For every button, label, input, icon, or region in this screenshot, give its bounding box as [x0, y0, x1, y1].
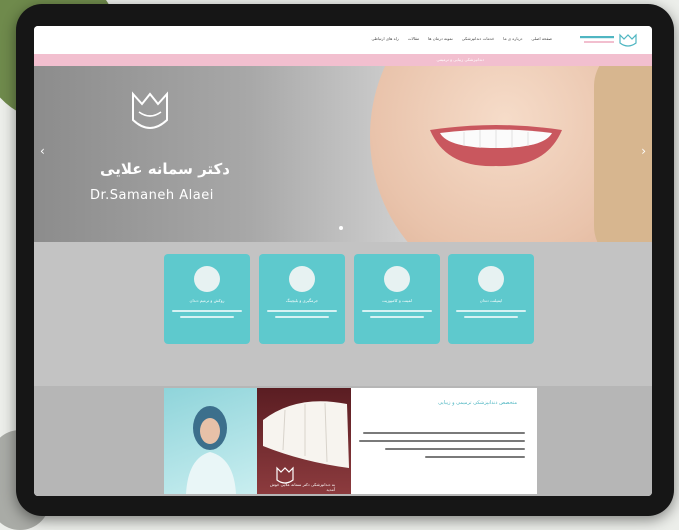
nav-link-gallery[interactable]: نمونه درمان ها: [428, 36, 453, 41]
pink-topbar: دندانپزشکی زیبایی و ترمیمی: [34, 54, 652, 66]
photo-badge-text: به دندانپزشکی دکتر سمانه علایی خوش آمدید: [269, 482, 335, 492]
tooth-crown-logo-icon: [132, 91, 168, 129]
hero-slider: ‹ › دکتر سمانه علایی Dr.Samaneh Alaei: [34, 66, 652, 242]
service-card[interactable]: روکش و ترمیم دندان: [164, 254, 250, 344]
doctor-photo: [164, 388, 257, 494]
veneer-result-photo: به دندانپزشکی دکتر سمانه علایی خوش آمدید: [257, 388, 351, 494]
service-card[interactable]: لمینت و کامپوزیت: [354, 254, 440, 344]
crown-icon: [194, 266, 220, 292]
service-desc-line: [362, 310, 432, 312]
service-desc-line: [267, 310, 337, 312]
service-desc-line: [275, 316, 329, 318]
service-desc-line: [370, 316, 424, 318]
website-screen: صفحه اصلی درباره ی ما خدمات دندانپزشکی ن…: [34, 26, 652, 496]
about-text-line: [363, 432, 525, 434]
service-title: لمینت و کامپوزیت: [382, 298, 412, 303]
veneer-icon: [384, 266, 410, 292]
service-title: جرمگیری و بلیچینگ: [285, 298, 319, 303]
topbar-text: دندانپزشکی زیبایی و ترمیمی: [436, 57, 484, 62]
service-title: ایمپلنت دندان: [479, 298, 503, 303]
about-text-line: [425, 456, 525, 458]
service-title: روکش و ترمیم دندان: [189, 298, 225, 303]
doctor-portrait: [186, 406, 236, 494]
slider-prev-arrow[interactable]: ‹: [40, 144, 45, 158]
about-text-line: [359, 440, 525, 442]
service-desc-line: [172, 310, 242, 312]
nav-link-articles[interactable]: مقالات: [408, 36, 419, 41]
implant-icon: [478, 266, 504, 292]
about-title: متخصص دندانپزشکی ترمیمی و زیبایی: [438, 400, 517, 406]
doctor-name-english: Dr.Samaneh Alaei: [90, 188, 214, 203]
teeth-closeup-image: [263, 401, 349, 484]
service-desc-line: [464, 316, 518, 318]
service-desc-line: [180, 316, 234, 318]
tablet-frame: صفحه اصلی درباره ی ما خدمات دندانپزشکی ن…: [16, 4, 674, 516]
hero-smile-image: [430, 125, 562, 167]
top-navbar: صفحه اصلی درباره ی ما خدمات دندانپزشکی ن…: [34, 26, 652, 54]
doctor-name-persian: دکتر سمانه علایی: [100, 160, 230, 178]
clinic-logo[interactable]: [576, 31, 638, 49]
service-card[interactable]: جرمگیری و بلیچینگ: [259, 254, 345, 344]
about-info-box: متخصص دندانپزشکی ترمیمی و زیبایی: [351, 388, 537, 494]
nav-link-home[interactable]: صفحه اصلی: [531, 36, 552, 41]
slider-dot[interactable]: [339, 226, 343, 230]
slider-next-arrow[interactable]: ›: [641, 144, 646, 158]
service-card[interactable]: ایمپلنت دندان: [448, 254, 534, 344]
about-text-line: [385, 448, 525, 450]
cleaning-icon: [289, 266, 315, 292]
service-desc-line: [456, 310, 526, 312]
nav-link-services[interactable]: خدمات دندانپزشکی: [462, 36, 495, 41]
nav-link-contact[interactable]: راه های ارتباطی: [371, 36, 398, 41]
nav-links: صفحه اصلی درباره ی ما خدمات دندانپزشکی ن…: [371, 36, 552, 41]
nav-link-about[interactable]: درباره ی ما: [503, 36, 522, 41]
